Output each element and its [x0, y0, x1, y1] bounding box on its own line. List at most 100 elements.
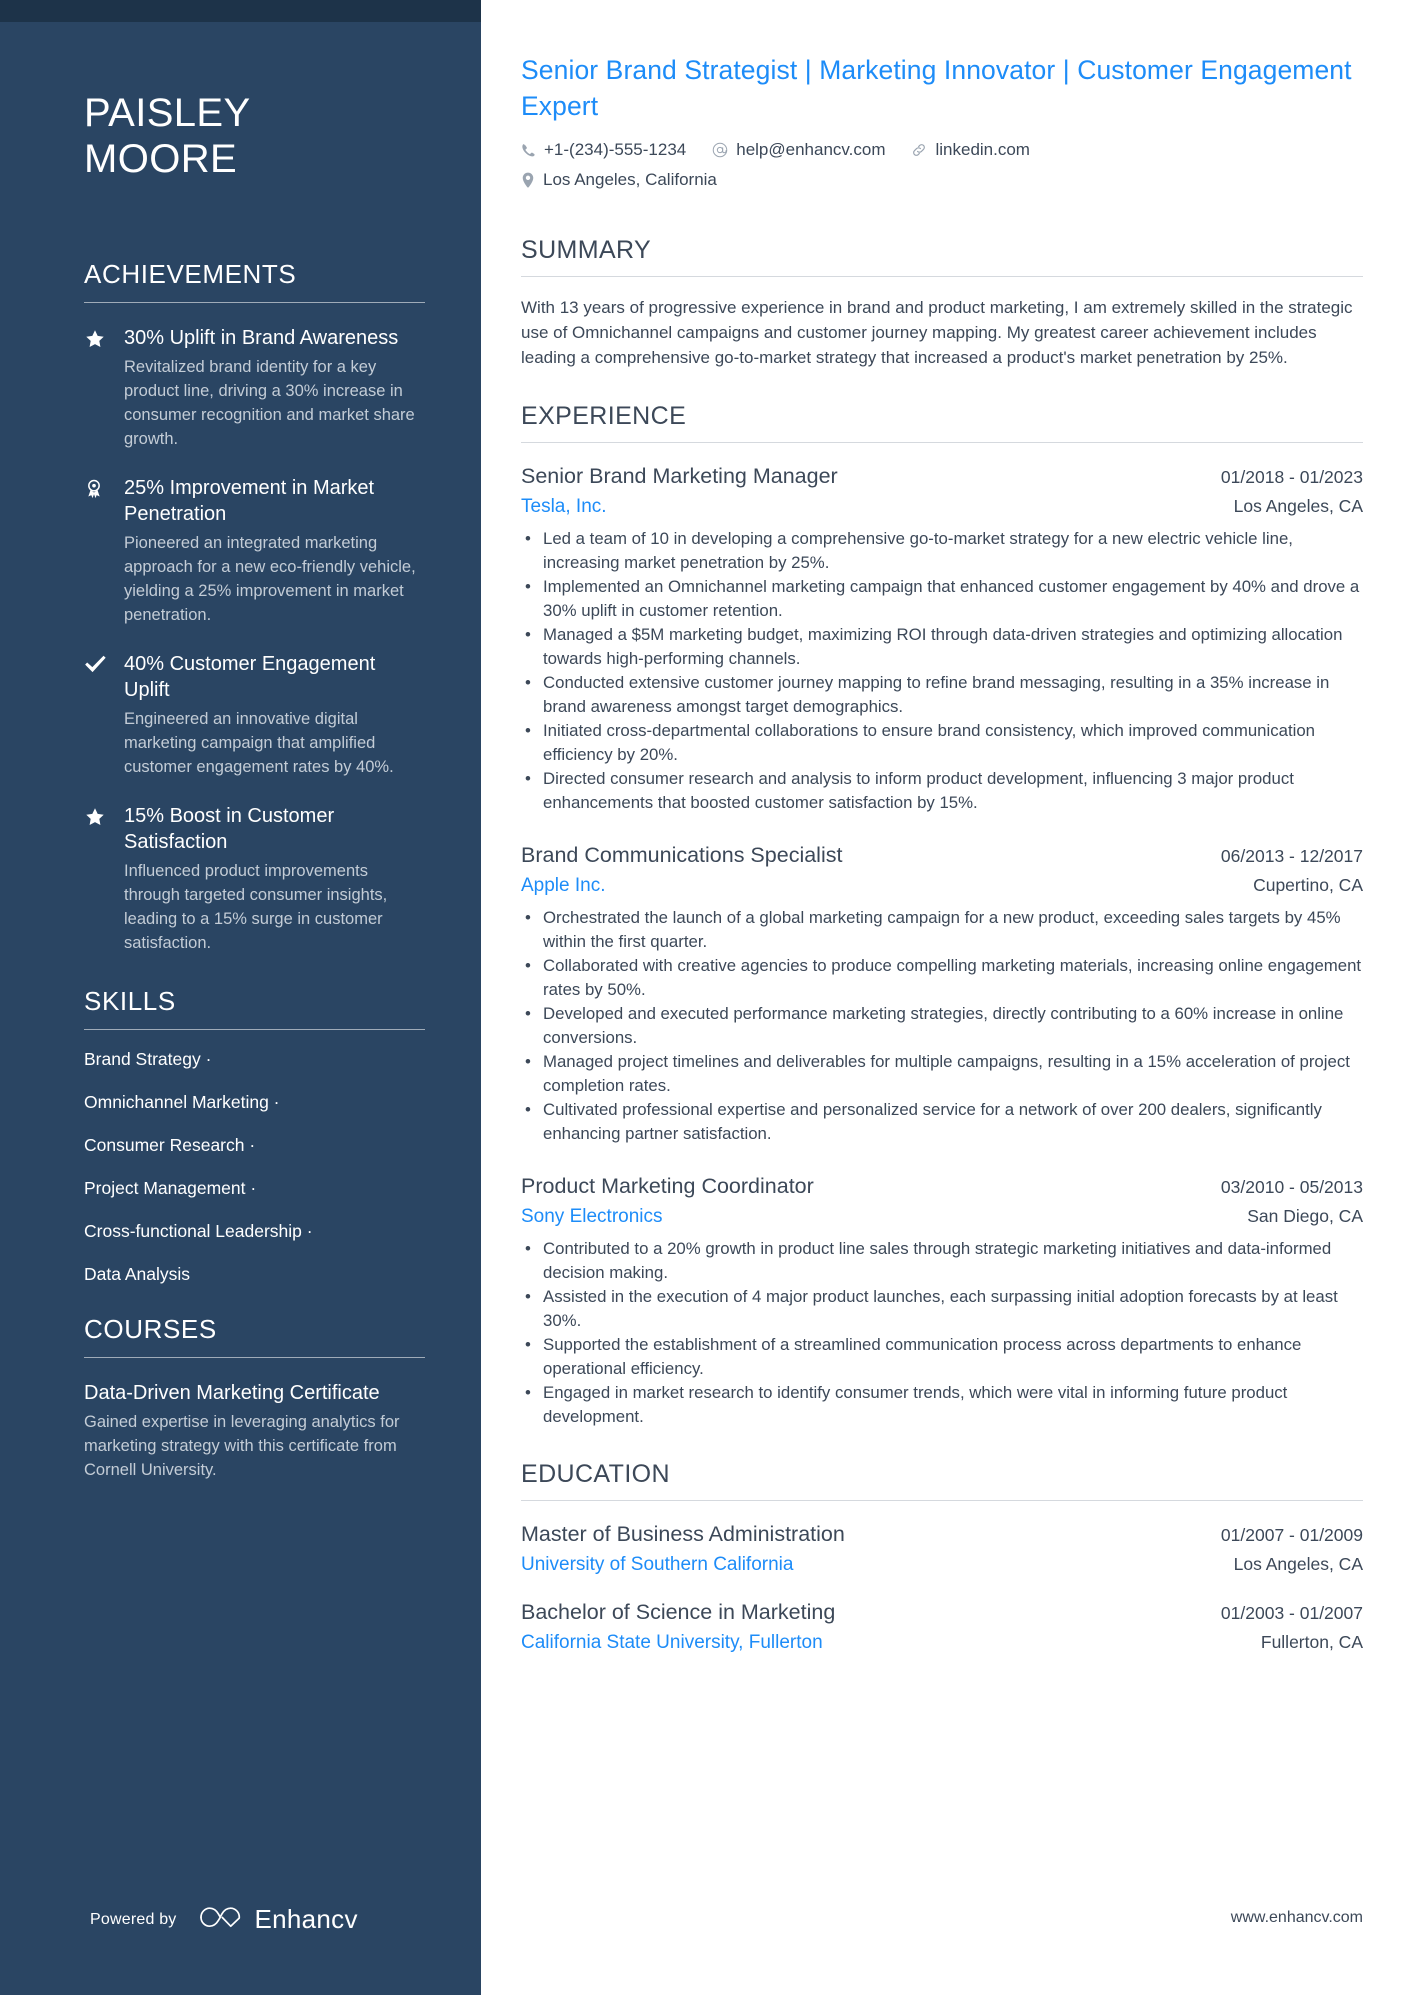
school-location: Los Angeles, CA	[1233, 1554, 1363, 1574]
headline: Senior Brand Strategist | Marketing Inno…	[521, 55, 1352, 121]
bullet-item: • Developed and executed performance mark…	[521, 1002, 1363, 1049]
contact-location: Los Angeles, California	[521, 168, 717, 192]
contact-row: +1-(234)-555-1234 help@enhancv.com linke…	[521, 138, 1363, 162]
summary-section: SUMMARY With 13 years of progressive exp…	[521, 234, 1363, 370]
achievement-description: Influenced product improvements through …	[124, 862, 388, 952]
job-bullets: • Orchestrated the launch of a global mar…	[521, 906, 1363, 1145]
section-divider	[521, 442, 1363, 443]
bullet-dot-icon: •	[525, 1287, 531, 1306]
achievement-description: Pioneered an integrated marketing approa…	[124, 534, 416, 624]
school-name[interactable]: California State University, Fullerton	[521, 1629, 823, 1657]
bullet-dot-icon: •	[525, 1239, 531, 1258]
contact-link[interactable]: linkedin.com	[911, 138, 1030, 162]
job-title: Senior Brand Marketing Manager	[521, 464, 838, 488]
job-location: Cupertino, CA	[1253, 875, 1363, 895]
contact-row: Los Angeles, California	[521, 168, 1363, 192]
bullet-dot-icon: •	[525, 769, 531, 788]
contact-email-text: help@enhancv.com	[736, 140, 886, 159]
achievement-item: 15% Boost in Customer Satisfaction Influ…	[84, 803, 425, 955]
skills-heading: SKILLS	[84, 986, 176, 1016]
bullet-item: • Managed a $5M marketing budget, maximiz…	[521, 623, 1363, 670]
job-bullets: • Contributed to a 20% growth in product …	[521, 1237, 1363, 1428]
company-name[interactable]: Apple Inc.	[521, 872, 606, 900]
star-icon	[84, 325, 124, 350]
bullet-text: Orchestrated the launch of a global mark…	[543, 908, 1341, 951]
enhancv-brand-name: Enhancv	[254, 1904, 358, 1934]
skill-item: Project Management ·	[84, 1178, 257, 1198]
skills-list: Brand Strategy · Omnichannel Marketing ·…	[84, 1048, 425, 1285]
bullet-text: Contributed to a 20% growth in product l…	[543, 1239, 1332, 1282]
courses-heading: COURSES	[84, 1314, 217, 1344]
section-divider	[521, 1500, 1363, 1501]
contact-phone[interactable]: +1-(234)-555-1234	[521, 138, 686, 162]
skill-item: Data Analysis	[84, 1264, 191, 1284]
bullet-dot-icon: •	[525, 1383, 531, 1402]
job-title: Product Marketing Coordinator	[521, 1174, 814, 1198]
education-entry-header: Master of Business Administration 01/200…	[521, 1519, 1363, 1550]
degree-title: Master of Business Administration	[521, 1522, 845, 1546]
phone-icon	[521, 143, 536, 158]
bullet-item: • Conducted extensive customer journey ma…	[521, 671, 1363, 718]
achievement-title: 25% Improvement in Market Penetration	[124, 477, 375, 525]
check-icon	[84, 651, 124, 674]
company-name[interactable]: Sony Electronics	[521, 1203, 663, 1231]
bullet-text: Supported the establishment of a streaml…	[543, 1335, 1302, 1378]
bullet-item: • Collaborated with creative agencies to …	[521, 954, 1363, 1001]
degree-dates: 01/2003 - 01/2007	[1220, 1603, 1363, 1623]
bullet-dot-icon: •	[525, 908, 531, 927]
bullet-dot-icon: •	[525, 625, 531, 644]
candidate-name: PAISLEY MOORE	[84, 90, 425, 182]
at-sign-icon	[712, 142, 728, 158]
section-divider	[84, 302, 425, 303]
achievement-item: 30% Uplift in Brand Awareness Revitalize…	[84, 325, 425, 451]
bullet-text: Cultivated professional expertise and pe…	[543, 1100, 1322, 1143]
school-name[interactable]: University of Southern California	[521, 1551, 793, 1579]
skill-item: Brand Strategy ·	[84, 1049, 212, 1069]
site-url[interactable]: www.enhancv.com	[1231, 1909, 1363, 1927]
bullet-text: Conducted extensive customer journey map…	[543, 673, 1330, 716]
experience-entry-subheader: Apple Inc. Cupertino, CA	[521, 871, 1363, 900]
education-entry-header: Bachelor of Science in Marketing 01/2003…	[521, 1597, 1363, 1628]
resume-page: PAISLEY MOORE ACHIEVEMENTS 30% Uplift in…	[0, 0, 1410, 1995]
achievement-item: 25% Improvement in Market Penetration Pi…	[84, 475, 425, 627]
experience-section: EXPERIENCE Senior Brand Marketing Manage…	[521, 400, 1363, 1428]
experience-entry: Brand Communications Specialist 06/2013 …	[521, 840, 1363, 1145]
experience-entry-subheader: Sony Electronics San Diego, CA	[521, 1202, 1363, 1231]
job-dates: 01/2018 - 01/2023	[1220, 467, 1363, 487]
bullet-item: • Engaged in market research to identify …	[521, 1381, 1363, 1428]
bullet-item: • Initiated cross-departmental collaborat…	[521, 719, 1363, 766]
job-bullets: • Led a team of 10 in developing a compre…	[521, 527, 1363, 814]
powered-by-footer: Powered by Enhancv	[90, 1904, 358, 1935]
achievement-title: 15% Boost in Customer Satisfaction	[124, 805, 335, 853]
job-dates: 06/2013 - 12/2017	[1220, 846, 1363, 866]
bullet-text: Assisted in the execution of 4 major pro…	[543, 1287, 1338, 1330]
main-content: Senior Brand Strategist | Marketing Inno…	[481, 0, 1410, 1995]
education-entry-subheader: University of Southern California Los An…	[521, 1550, 1363, 1579]
achievement-description: Revitalized brand identity for a key pro…	[124, 358, 415, 448]
bullet-text: Collaborated with creative agencies to p…	[543, 956, 1362, 999]
award-ribbon-icon	[84, 475, 124, 500]
bullet-item: • Contributed to a 20% growth in product …	[521, 1237, 1363, 1284]
school-location: Fullerton, CA	[1260, 1632, 1363, 1652]
achievement-title: 30% Uplift in Brand Awareness	[124, 327, 399, 349]
skills-section: SKILLS Brand Strategy · Omnichannel Mark…	[84, 985, 425, 1285]
job-title: Brand Communications Specialist	[521, 843, 843, 867]
contact-phone-text: +1-(234)-555-1234	[544, 140, 687, 159]
bullet-dot-icon: •	[525, 721, 531, 740]
bullet-item: • Implemented an Omnichannel marketing ca…	[521, 575, 1363, 622]
candidate-last-name: MOORE	[84, 137, 238, 181]
bullet-item: • Directed consumer research and analysis…	[521, 767, 1363, 814]
bullet-dot-icon: •	[525, 1004, 531, 1023]
experience-entry-header: Product Marketing Coordinator 03/2010 - …	[521, 1171, 1363, 1202]
bullet-dot-icon: •	[525, 577, 531, 596]
experience-entry-header: Brand Communications Specialist 06/2013 …	[521, 840, 1363, 871]
education-entry-subheader: California State University, Fullerton F…	[521, 1628, 1363, 1657]
bullet-item: • Supported the establishment of a stream…	[521, 1333, 1363, 1380]
enhancv-brand: Enhancv	[199, 1904, 358, 1935]
contact-email[interactable]: help@enhancv.com	[712, 138, 885, 162]
company-name[interactable]: Tesla, Inc.	[521, 493, 607, 521]
course-title: Data-Driven Marketing Certificate	[84, 1382, 380, 1404]
star-icon	[84, 803, 124, 828]
summary-heading: SUMMARY	[521, 236, 652, 264]
bullet-text: Engaged in market research to identify c…	[543, 1383, 1288, 1426]
